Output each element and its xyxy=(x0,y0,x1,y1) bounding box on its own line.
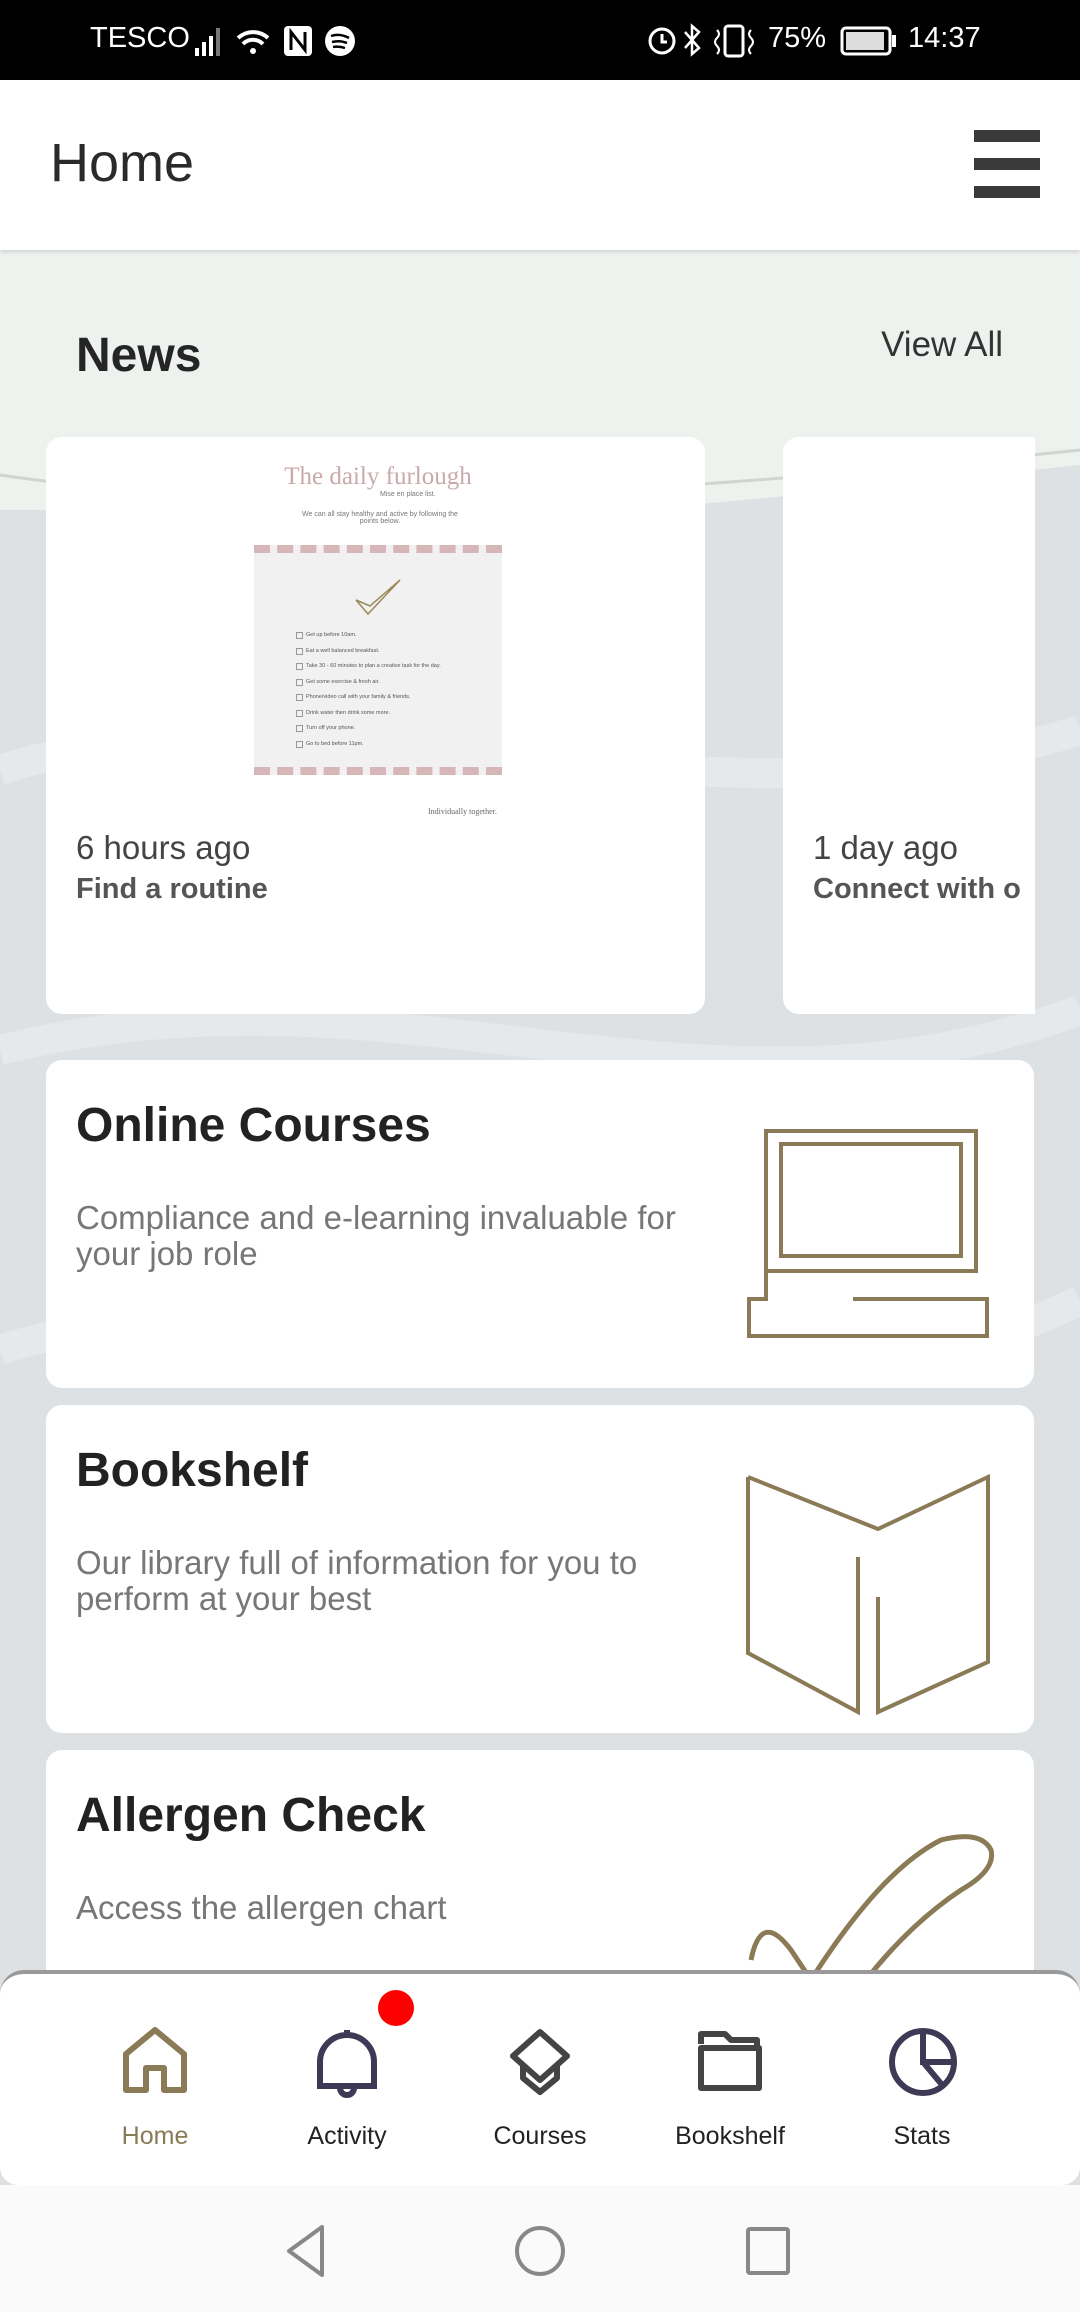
graduation-cap-icon xyxy=(510,2029,570,2095)
checklist-item: Go to bed before 11pm. xyxy=(296,737,441,753)
carrier-label: TESCO xyxy=(90,22,190,54)
card-title: Bookshelf xyxy=(76,1444,309,1497)
back-icon[interactable] xyxy=(286,2225,326,2277)
online-courses-card[interactable]: Online Courses Compliance and e-learning… xyxy=(46,1060,1034,1388)
news-title: Find a routine xyxy=(76,873,268,905)
nav-activity[interactable]: Activity xyxy=(262,1974,432,2184)
checklist-item: Drink water then drink some more. xyxy=(296,706,441,722)
status-bar: TESCO 75% 14:37 xyxy=(0,0,1080,80)
clock: 14:37 xyxy=(908,22,981,54)
nav-courses[interactable]: Courses xyxy=(455,1974,625,2184)
news-card[interactable]: The daily furlough Mise en place list. W… xyxy=(46,437,705,1014)
image-heading: The daily furlough xyxy=(284,463,472,490)
checklist-item: Eat a well balanced breakfast. xyxy=(296,644,441,660)
card-description: Our library full of information for you … xyxy=(76,1544,638,1617)
news-time: 6 hours ago xyxy=(76,829,251,866)
image-subheading: Mise en place list. xyxy=(380,491,436,498)
nav-label: Stats xyxy=(893,2122,951,2150)
checklist-item: Turn off your phone. xyxy=(296,721,441,737)
image-intro: We can all stay healthy and active by fo… xyxy=(302,511,458,525)
image-checklist: Get up before 10am. Eat a well balanced b… xyxy=(254,545,502,775)
card-title: Online Courses xyxy=(76,1099,431,1152)
nav-label: Courses xyxy=(493,2122,587,2150)
pie-chart-icon xyxy=(889,2028,957,2096)
folder-icon xyxy=(698,2031,762,2091)
card-description: Access the allergen chart xyxy=(76,1889,447,1926)
status-icons-right xyxy=(648,23,754,58)
card-description: Compliance and e-learning invaluable for… xyxy=(76,1199,676,1272)
checklist-item: Take 30 - 60 minutes to plan a creative … xyxy=(296,659,441,675)
nav-label: Activity xyxy=(307,2122,387,2150)
battery-icon xyxy=(840,26,896,56)
checklist-item: Get up before 10am. xyxy=(296,628,441,644)
computer-icon xyxy=(747,1129,989,1338)
checklist-item: Get some exercise & fresh air. xyxy=(296,675,441,691)
checkmark-icon xyxy=(748,1834,995,1980)
nav-bookshelf[interactable]: Bookshelf xyxy=(645,1974,815,2184)
news-card[interactable]: 1 day ago Connect with o xyxy=(783,437,1035,1014)
card-title: Allergen Check xyxy=(76,1789,426,1842)
checklist-item: Phone/video call with your family & frie… xyxy=(296,690,441,706)
news-heading: News xyxy=(76,329,202,382)
page-title: Home xyxy=(50,133,195,193)
app-header: Home xyxy=(0,80,1080,250)
bottom-nav: Home Activity Courses Bookshelf Stats xyxy=(0,1970,1080,2185)
nav-label: Bookshelf xyxy=(675,2122,785,2150)
system-nav-bar xyxy=(0,2185,1080,2312)
book-icon xyxy=(746,1473,990,1716)
bookshelf-card[interactable]: Bookshelf Our library full of informatio… xyxy=(46,1405,1034,1733)
status-icons-left xyxy=(195,26,355,56)
home-icon xyxy=(123,2027,187,2093)
news-time: 1 day ago xyxy=(813,829,958,866)
nav-stats[interactable]: Stats xyxy=(837,1974,1007,2184)
news-title: Connect with o xyxy=(813,873,1021,905)
bell-icon xyxy=(317,2030,377,2098)
home-circle-icon[interactable] xyxy=(514,2225,566,2277)
recents-icon[interactable] xyxy=(746,2227,792,2275)
view-all-link[interactable]: View All xyxy=(881,325,1003,365)
nav-label: Home xyxy=(121,2122,189,2150)
battery-percent: 75% xyxy=(768,22,827,54)
hamburger-icon[interactable] xyxy=(974,130,1040,198)
notification-badge xyxy=(378,1990,414,2026)
news-image: The daily furlough Mise en place list. W… xyxy=(240,445,516,825)
nav-home[interactable]: Home xyxy=(70,1974,240,2184)
image-footer: Individually together. xyxy=(428,807,497,816)
